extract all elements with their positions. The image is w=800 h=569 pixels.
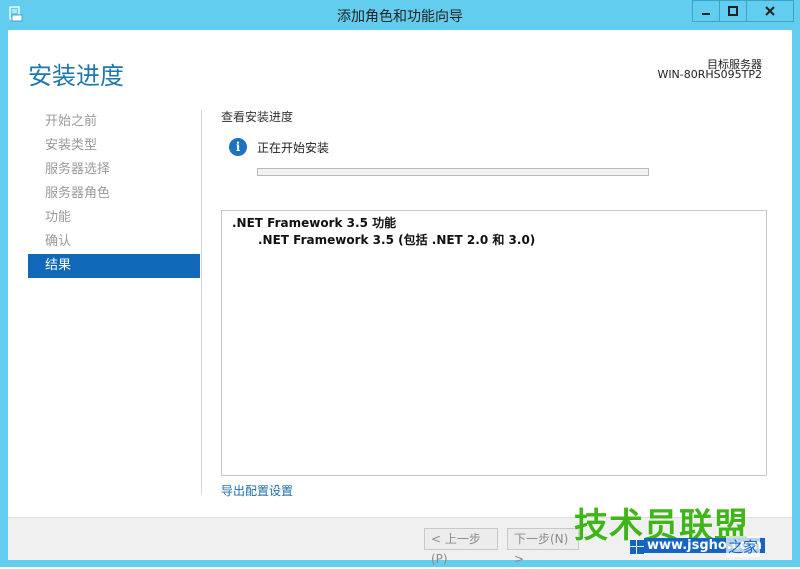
nav-divider bbox=[201, 110, 202, 495]
feature-subitem: .NET Framework 3.5 (包括 .NET 2.0 和 3.0) bbox=[258, 233, 536, 247]
minimize-button[interactable] bbox=[692, 0, 720, 22]
install-progress-bar bbox=[257, 168, 649, 176]
feature-results-box[interactable]: .NET Framework 3.5 功能 .NET Framework 3.5… bbox=[221, 210, 767, 476]
window-controls bbox=[692, 0, 794, 22]
windows-logo-icon bbox=[630, 540, 644, 554]
nav-item-server-selection[interactable]: 服务器选择 bbox=[28, 158, 200, 182]
page-title: 安装进度 bbox=[28, 62, 124, 90]
nav-item-results[interactable]: 结果 bbox=[28, 254, 200, 278]
close-button[interactable] bbox=[746, 0, 794, 22]
maximize-button[interactable] bbox=[719, 0, 747, 22]
wizard-window: 添加角色和功能向导 安装进度 目标服务器 WIN-80RHS095TP2 开始之… bbox=[0, 0, 800, 567]
status-text: 正在开始安装 bbox=[257, 140, 330, 155]
main-content: 查看安装进度 i 正在开始安装 .NET Framework 3.5 功能 .N… bbox=[221, 108, 781, 498]
wizard-nav: 开始之前 安装类型 服务器选择 服务器角色 功能 确认 结果 bbox=[28, 110, 200, 278]
close-icon bbox=[765, 6, 775, 16]
maximize-icon bbox=[728, 6, 738, 16]
nav-item-installation-type[interactable]: 安装类型 bbox=[28, 134, 200, 158]
minimize-icon bbox=[702, 13, 710, 15]
watermark-tail: 之家 bbox=[726, 536, 761, 557]
nav-item-features[interactable]: 功能 bbox=[28, 206, 200, 230]
nav-item-server-roles[interactable]: 服务器角色 bbox=[28, 182, 200, 206]
info-icon: i bbox=[229, 138, 247, 156]
wizard-client-area: 安装进度 目标服务器 WIN-80RHS095TP2 开始之前 安装类型 服务器… bbox=[8, 30, 792, 566]
export-configuration-link[interactable]: 导出配置设置 bbox=[221, 482, 293, 499]
window-title: 添加角色和功能向导 bbox=[337, 9, 463, 25]
nav-item-before-you-begin[interactable]: 开始之前 bbox=[28, 110, 200, 134]
section-label: 查看安装进度 bbox=[221, 110, 294, 124]
status-row: i 正在开始安装 bbox=[229, 138, 329, 156]
feature-item: .NET Framework 3.5 功能 bbox=[232, 216, 397, 230]
site-watermark: 技术员联盟 www.jsgho.com 之家 bbox=[570, 498, 798, 564]
previous-button[interactable]: < 上一步(P) bbox=[424, 528, 498, 566]
next-button[interactable]: 下一步(N) > bbox=[507, 528, 579, 566]
title-bar[interactable]: 添加角色和功能向导 bbox=[0, 0, 800, 30]
target-server-name: WIN-80RHS095TP2 bbox=[657, 68, 762, 81]
nav-item-confirmation[interactable]: 确认 bbox=[28, 230, 200, 254]
